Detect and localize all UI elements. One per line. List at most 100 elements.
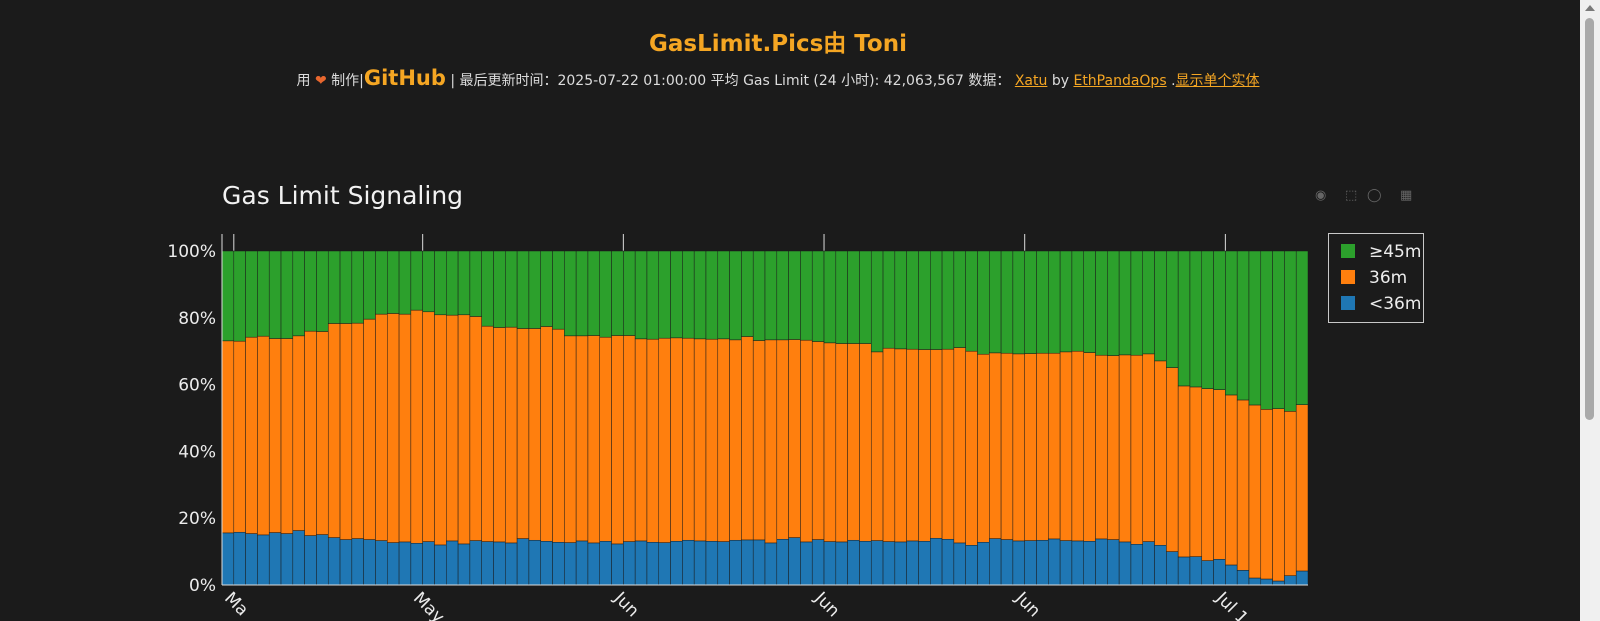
bar-segment <box>1272 408 1285 582</box>
scroll-thumb[interactable] <box>1585 18 1594 420</box>
bar-segment <box>493 327 506 543</box>
y-tick-label: 0% <box>189 576 216 596</box>
bar-segment <box>304 250 317 332</box>
bar-segment <box>1012 540 1025 586</box>
bar-segment <box>564 335 577 543</box>
bar-segment <box>339 323 353 540</box>
bar-segment <box>398 541 412 586</box>
legend-item-lt36m[interactable]: <36m <box>1341 294 1421 314</box>
bar-segment <box>764 542 778 586</box>
bar-segment <box>422 250 435 313</box>
bar-segment <box>693 540 707 586</box>
bar-segment <box>1048 250 1061 354</box>
bar-segment <box>552 328 565 543</box>
bar-segment <box>280 338 294 534</box>
bar-segment <box>1048 352 1061 540</box>
bar-segment <box>1130 250 1143 356</box>
bar-segment <box>481 541 494 586</box>
bar-segment <box>327 537 341 586</box>
x-tick-label: Jun <box>1010 588 1044 621</box>
bar-segment <box>434 250 447 316</box>
bar-segment <box>564 250 577 337</box>
bar-segment <box>316 331 329 535</box>
x-tick-label: Jul 1 <box>1211 588 1252 621</box>
bar-segment <box>1225 394 1238 566</box>
bar-segment <box>894 541 907 586</box>
bar-segment <box>1130 544 1143 586</box>
bar-segment <box>316 250 329 332</box>
bar-segment <box>693 250 707 340</box>
y-tick-label: 100% <box>167 242 216 262</box>
bar-segment <box>505 326 518 544</box>
bar-segment <box>835 250 848 344</box>
bar-segment <box>1107 355 1120 540</box>
bar-segment <box>327 250 341 324</box>
legend-label: ≥45m <box>1369 242 1422 262</box>
bar-segment <box>481 325 494 542</box>
bar-segment <box>1059 250 1073 353</box>
bar-segment <box>835 343 848 543</box>
bar-segment <box>387 542 400 586</box>
bar-segment <box>894 250 907 350</box>
y-tick-label: 80% <box>178 309 216 329</box>
bar-segment <box>1260 578 1273 586</box>
bar-segment <box>1142 541 1155 586</box>
bar-segment <box>339 250 353 324</box>
bar-segment <box>965 350 978 546</box>
bar-segment <box>599 250 612 338</box>
bar-segment <box>882 541 896 586</box>
x-tick-label: Jun <box>609 588 643 621</box>
scroll-up-icon[interactable] <box>1585 5 1595 11</box>
bar-segment <box>965 545 978 586</box>
bar-segment <box>552 541 565 586</box>
bar-segment <box>292 335 305 531</box>
bar-segment <box>1295 250 1309 405</box>
bar-segment <box>434 544 447 586</box>
bar-segment <box>245 250 258 338</box>
bar-segment <box>257 335 270 536</box>
page-scrollbar[interactable] <box>1580 0 1600 621</box>
bar-segment <box>752 250 766 341</box>
bar-segment <box>611 335 624 545</box>
bar-segment <box>741 539 754 586</box>
bar-segment <box>351 538 364 586</box>
bar-segment <box>1095 538 1108 586</box>
bar-segment <box>965 250 978 352</box>
bar-segment <box>245 533 258 586</box>
bar-segment <box>1166 250 1179 368</box>
bar-segment <box>268 338 282 533</box>
bar-segment <box>304 535 317 586</box>
bar-segment <box>859 343 872 542</box>
bar-segment <box>941 348 955 540</box>
bar-segment <box>375 540 388 586</box>
bar-segment <box>1059 540 1073 586</box>
bar-segment <box>280 250 294 339</box>
bar-segment <box>587 335 600 544</box>
bar-segment <box>552 250 565 330</box>
bar-segment <box>1048 538 1061 586</box>
bar-segment <box>1295 404 1309 572</box>
bar-segment <box>847 250 860 344</box>
bar-segment <box>941 250 955 350</box>
bar-segment <box>233 250 246 342</box>
bar-segment <box>693 338 707 542</box>
bar-segment <box>1166 551 1179 586</box>
bar-segment <box>1000 250 1014 354</box>
bar-segment <box>599 540 612 586</box>
bar-segment <box>1095 354 1108 540</box>
legend-item-36m[interactable]: 36m <box>1341 268 1407 288</box>
bar-segment <box>823 342 837 542</box>
bar-segment <box>446 314 459 542</box>
bar-segment <box>800 250 813 341</box>
bar-segment <box>847 343 860 541</box>
bar-segment <box>977 353 990 543</box>
bar-segment <box>1213 389 1226 560</box>
legend-item-ge45m[interactable]: ≥45m <box>1341 242 1421 262</box>
bar-segment <box>257 534 270 586</box>
bar-segment <box>1071 350 1084 542</box>
bar-segment <box>741 250 754 337</box>
bar-segment <box>575 540 589 586</box>
bar-segment <box>705 338 719 542</box>
bar-segment <box>1248 577 1262 586</box>
bar-segment <box>363 539 376 586</box>
